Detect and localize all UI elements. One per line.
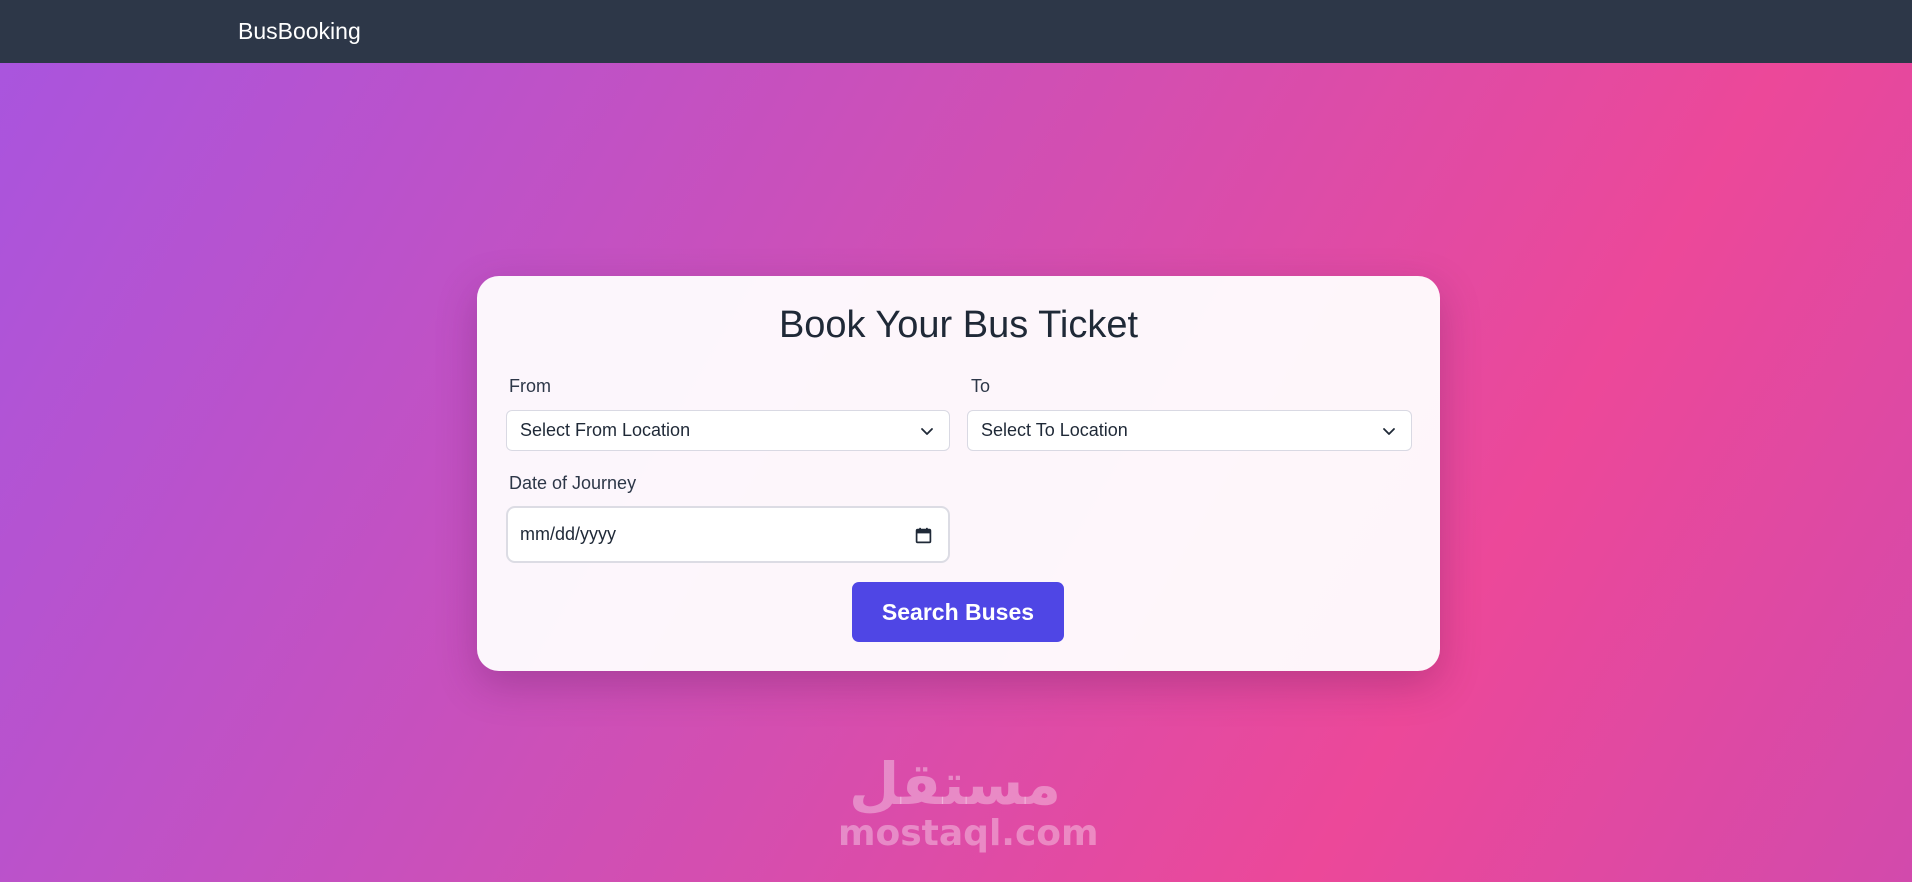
to-location-value: Select To Location: [981, 420, 1128, 440]
from-location-select[interactable]: Select From Location: [506, 410, 950, 451]
chevron-down-icon: [921, 428, 933, 435]
date-of-journey-input[interactable]: mm/dd/yyyy: [506, 506, 950, 563]
calendar-icon[interactable]: [915, 527, 932, 544]
date-placeholder: mm/dd/yyyy: [520, 524, 617, 544]
brand-logo[interactable]: BusBooking: [238, 18, 361, 45]
search-buses-button[interactable]: Search Buses: [852, 582, 1064, 642]
booking-card: Book Your Bus Ticket From Select From Lo…: [477, 276, 1440, 671]
watermark-latin: mostaql.com: [838, 813, 1099, 854]
watermark-arabic: مستقل: [848, 750, 1062, 818]
to-label: To: [971, 376, 991, 396]
navbar: BusBooking: [0, 0, 1912, 63]
watermark-logo: مستقل mostaql.com: [838, 750, 1099, 854]
date-label: Date of Journey: [509, 473, 637, 493]
page-title: Book Your Bus Ticket: [778, 304, 1139, 346]
from-label: From: [509, 376, 551, 396]
chevron-down-icon: [1383, 428, 1395, 435]
from-location-value: Select From Location: [520, 420, 691, 440]
to-location-select[interactable]: Select To Location: [967, 410, 1412, 451]
